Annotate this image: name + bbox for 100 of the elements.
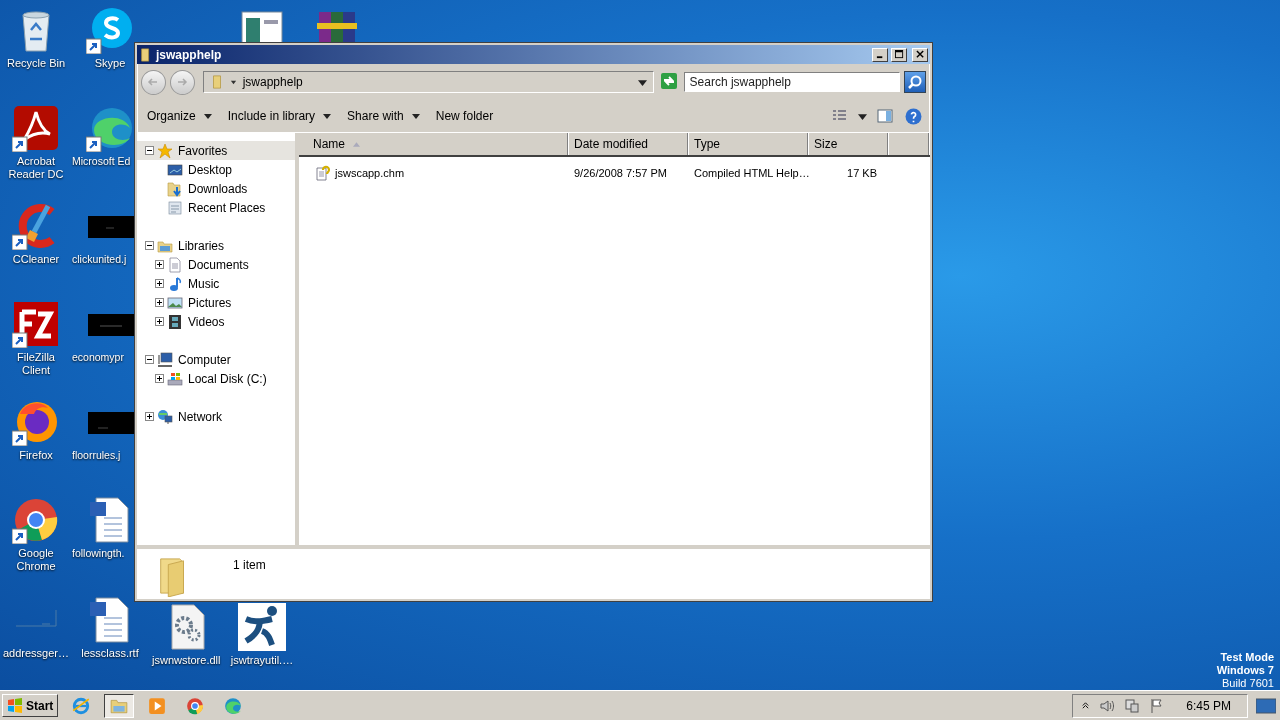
expander-icon[interactable] (155, 260, 164, 269)
speaker-icon[interactable] (1099, 697, 1116, 714)
nav-label: Libraries (178, 238, 225, 253)
picture-icon (167, 294, 183, 311)
nav-label: Videos (188, 314, 225, 329)
refresh-icon (660, 73, 677, 89)
search-field[interactable]: Search jswapphelp (683, 72, 901, 92)
pane-icon (877, 108, 893, 124)
taskbar-button[interactable] (104, 693, 135, 718)
nav-item[interactable]: Pictures (137, 293, 295, 312)
help-icon (905, 107, 922, 125)
zigzag-tile-icon[interactable] (12, 300, 60, 348)
desktop-icon (167, 161, 183, 178)
maximize-button[interactable] (891, 47, 907, 62)
desktop-icon-label[interactable]: Skype (94, 57, 126, 70)
nav-label: Music (188, 276, 220, 291)
nav-item[interactable]: Network (137, 407, 295, 426)
column-header[interactable]: Type (689, 133, 809, 155)
toolbar-button[interactable]: Include in library (223, 106, 336, 126)
expander-icon[interactable] (155, 298, 164, 307)
desktop-icon-label[interactable]: Firefox (19, 449, 53, 462)
desktop-icon-label[interactable]: Recycle Bin (6, 57, 66, 70)
clock[interactable]: 6:45 PM (1186, 698, 1231, 713)
desktop-icon-label[interactable]: clickunited.j (72, 253, 127, 266)
desktop-icon-label[interactable]: jswtrayutil.… (230, 654, 294, 667)
nav-label: Documents (188, 257, 249, 272)
expander-icon[interactable] (155, 279, 164, 288)
caret-icon[interactable] (858, 111, 867, 121)
nav-label: Network (178, 409, 222, 424)
desktop-icon-label[interactable]: Google Chrome (2, 547, 70, 573)
browser-icon[interactable] (12, 496, 60, 544)
desktop-icon-label[interactable]: economypr (72, 351, 124, 364)
nav-item[interactable]: Documents (137, 255, 295, 274)
caret-icon[interactable] (229, 78, 237, 86)
nav-label: Local Disk (C:) (188, 371, 267, 386)
toolbar-button[interactable]: Organize (143, 106, 216, 126)
nav-item[interactable]: Computer (137, 350, 295, 369)
file-name[interactable]: jswscapp.chm (335, 167, 405, 179)
preview-pane-button[interactable] (875, 106, 895, 126)
expander-icon[interactable] (155, 374, 164, 383)
close-button[interactable] (912, 47, 928, 62)
expander-icon[interactable] (145, 241, 154, 250)
desktop-icon-label[interactable]: Microsoft Ed (72, 155, 131, 168)
logo-icon (7, 697, 23, 714)
document-icon (167, 256, 183, 273)
toolbar-button[interactable]: Share with (343, 106, 424, 126)
desktop-icon-label[interactable]: followingth. (72, 547, 125, 560)
desktop-icon-label[interactable]: Acrobat Reader DC (2, 155, 70, 181)
desktop-icon-label[interactable]: FileZilla Client (2, 351, 70, 377)
running-figure-icon[interactable] (238, 603, 286, 651)
expander-icon[interactable] (145, 412, 154, 421)
start-button[interactable]: Start (2, 694, 59, 717)
column-header[interactable]: Name (299, 133, 569, 155)
download-folder-icon (167, 180, 183, 197)
system-notice-text: Test Mode (1220, 651, 1274, 664)
nav-item[interactable]: Libraries (137, 236, 295, 255)
expander-icon[interactable] (145, 355, 154, 364)
nav-item[interactable]: Videos (137, 312, 295, 331)
network-icon[interactable] (1124, 697, 1141, 714)
desktop-icon-label[interactable]: floorrules.j (72, 449, 121, 462)
nav-item[interactable]: Desktop (137, 160, 295, 179)
nav-label: Pictures (188, 295, 232, 310)
nav-label: Downloads (188, 181, 248, 196)
nav-label: Favorites (178, 143, 228, 158)
address-bar[interactable]: jswapphelp (202, 71, 654, 93)
toolbar-button[interactable]: New folder (431, 106, 498, 126)
desktop-icon-label[interactable]: CCleaner (12, 253, 60, 266)
computer-icon (157, 351, 173, 368)
system-notice-text: Windows 7 (1216, 664, 1274, 677)
media-player-icon (148, 696, 167, 715)
column-header[interactable]: Date modified (569, 133, 689, 155)
desktop-icon-label[interactable]: addressger… (3, 647, 69, 660)
minimize-button[interactable] (872, 47, 888, 62)
star-icon (157, 142, 173, 159)
browser-icon (186, 696, 205, 715)
help-file-icon (315, 165, 331, 181)
nav-item[interactable]: Favorites (137, 141, 295, 160)
desktop-icon-label[interactable]: jswnwstore.dll (152, 654, 220, 667)
expander-icon[interactable] (155, 317, 164, 326)
show-desktop-button[interactable] (1254, 697, 1278, 714)
column-header[interactable]: Size (809, 133, 889, 155)
nav-label: Desktop (188, 162, 233, 177)
type-cell-text: Compiled HTML Help… (693, 167, 809, 179)
screen-icon (1256, 697, 1276, 714)
nav-item[interactable]: Downloads (137, 179, 295, 198)
expander-icon[interactable] (145, 146, 154, 155)
nav-item[interactable]: Music (137, 274, 295, 293)
desktop-icon-label[interactable]: lessclass.rtf (81, 647, 139, 660)
back-arrow-icon (147, 76, 160, 88)
chevron-icon[interactable] (1081, 701, 1091, 710)
close-icon (915, 50, 925, 59)
nav-item[interactable]: Recent Places (137, 198, 295, 217)
browser-icon (224, 696, 243, 715)
dropdown-caret-icon[interactable] (637, 77, 647, 87)
pdf-icon[interactable] (12, 104, 60, 152)
chat-app-icon[interactable] (86, 6, 134, 54)
nav-item[interactable]: Local Disk (C:) (137, 369, 295, 388)
nav-label: Recent Places (188, 200, 266, 215)
search-button[interactable] (904, 71, 926, 93)
music-note-icon (167, 275, 183, 292)
